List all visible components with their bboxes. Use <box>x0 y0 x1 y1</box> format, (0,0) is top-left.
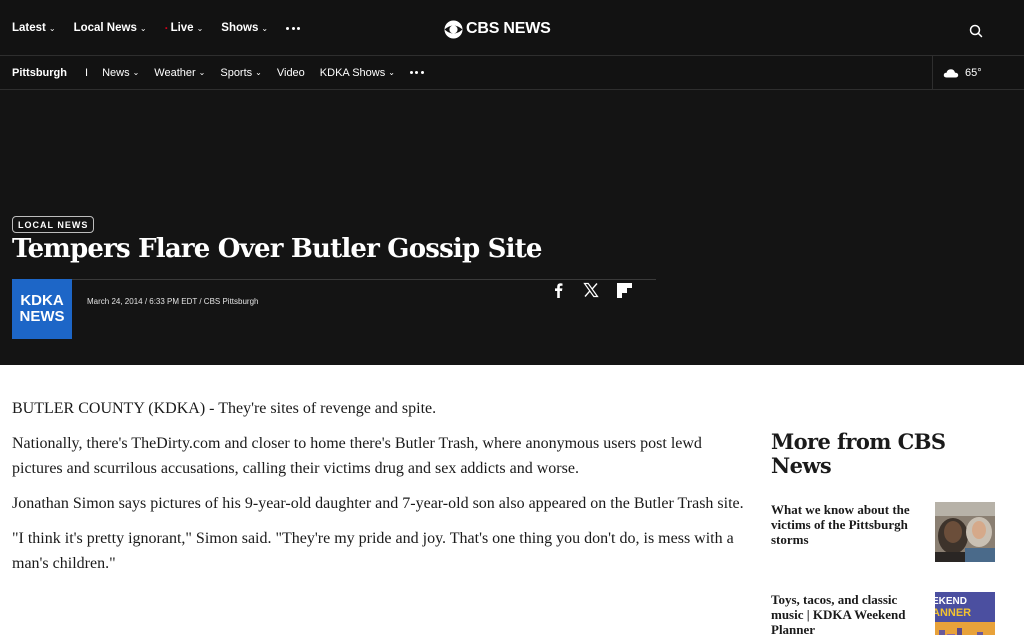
subnav-kdka-shows-label: KDKA Shows <box>319 66 386 79</box>
article-headline: Tempers Flare Over Butler Gossip Site <box>12 234 542 264</box>
nav-live[interactable]: · Live ⌄ <box>165 21 204 35</box>
article-body: BUTLER COUNTY (KDKA) - They're sites of … <box>12 396 752 586</box>
cloud-icon <box>943 68 959 77</box>
subnav-sports[interactable]: Sports ⌄ <box>220 67 262 79</box>
article-paragraph: "I think it's pretty ignorant," Simon sa… <box>12 530 734 572</box>
logo-text: CBS NEWS <box>466 20 551 37</box>
kdka-logo-line1: KDKA <box>20 292 64 309</box>
sidebar-story-title[interactable]: Toys, tacos, and classic music | KDKA We… <box>771 592 926 635</box>
chevron-down-icon: ⌄ <box>261 23 269 33</box>
article-paragraph: BUTLER COUNTY (KDKA) - They're sites of … <box>12 400 437 417</box>
chevron-down-icon: ⌄ <box>198 68 206 77</box>
sidebar-story-title[interactable]: What we know about the victims of the Pi… <box>771 502 926 547</box>
subnav-sports-label: Sports <box>220 66 253 79</box>
share-bar <box>550 280 649 300</box>
subnav-video[interactable]: Video <box>277 67 305 79</box>
sidebar-title: More from CBS News <box>771 429 946 478</box>
article-paragraph: Nationally, there's TheDirty.com and clo… <box>12 435 702 477</box>
article-byline: March 24, 2014 / 6:33 PM EDT / CBS Pitts… <box>87 297 259 306</box>
svg-text:ANNER: ANNER <box>935 607 971 619</box>
nav-shows[interactable]: Shows ⌄ <box>221 22 268 34</box>
cbs-eye-icon <box>444 19 463 39</box>
svg-text:EKEND: EKEND <box>935 596 967 607</box>
category-badge[interactable]: LOCAL NEWS <box>12 216 95 233</box>
sidebar-story-thumbnail[interactable]: EKEND ANNER <box>935 592 995 635</box>
nav-separator: I <box>85 66 89 79</box>
nav-latest-label: Latest <box>12 22 46 34</box>
top-nav-bar: Latest ⌄ Local News ⌄ · Live ⌄ Shows ⌄ CBS NE… <box>0 0 1024 56</box>
subnav-weather-label: Weather <box>154 66 196 79</box>
weather-widget[interactable]: 65° <box>932 56 1024 89</box>
nav-live-label: Live <box>170 22 194 34</box>
subnav-news-label: News <box>102 66 130 79</box>
top-nav: Latest ⌄ Local News ⌄ · Live ⌄ Shows ⌄ <box>12 0 303 56</box>
station-link[interactable]: Pittsburgh <box>12 67 67 79</box>
nav-local-news-label: Local News <box>73 22 137 34</box>
chevron-down-icon: ⌄ <box>196 23 204 33</box>
chevron-down-icon: ⌄ <box>48 23 56 33</box>
local-nav-bar: Pittsburgh I News ⌄ Weather ⌄ Sports ⌄ Vide… <box>0 56 1024 90</box>
x-icon[interactable] <box>583 282 599 298</box>
live-indicator-icon: · <box>164 21 169 35</box>
flipboard-icon[interactable] <box>616 282 632 298</box>
sidebar-story-thumbnail[interactable] <box>935 502 995 562</box>
hero-content: LOCAL NEWS Tempers Flare Over Butler Gos… <box>0 90 1024 365</box>
facebook-icon[interactable] <box>550 282 566 298</box>
chevron-down-icon: ⌄ <box>255 68 262 77</box>
local-nav: Pittsburgh I News ⌄ Weather ⌄ Sports ⌄ Vide… <box>12 56 426 89</box>
kdka-news-logo: KDKA NEWS <box>12 279 72 339</box>
search-icon[interactable] <box>966 21 986 41</box>
subnav-kdka-shows[interactable]: KDKA Shows ⌄ <box>320 67 395 79</box>
kdka-logo-line2: NEWS <box>19 308 65 325</box>
more-dots-icon[interactable] <box>409 68 427 78</box>
article-paragraph: Jonathan Simon says pictures of his 9-ye… <box>12 495 744 512</box>
nav-shows-label: Shows <box>221 22 259 34</box>
subnav-video-label: Video <box>276 66 305 79</box>
cbs-news-logo[interactable]: CBS NEWS <box>444 18 551 40</box>
chevron-down-icon: ⌄ <box>139 23 147 33</box>
nav-latest[interactable]: Latest ⌄ <box>12 22 56 34</box>
nav-local-news[interactable]: Local News ⌄ <box>74 22 147 34</box>
subnav-weather[interactable]: Weather ⌄ <box>154 67 205 79</box>
weather-temp: 65° <box>965 66 982 79</box>
subnav-news[interactable]: News ⌄ <box>102 67 139 79</box>
chevron-down-icon: ⌄ <box>388 68 395 77</box>
more-dots-icon[interactable] <box>286 23 303 33</box>
chevron-down-icon: ⌄ <box>132 68 140 77</box>
